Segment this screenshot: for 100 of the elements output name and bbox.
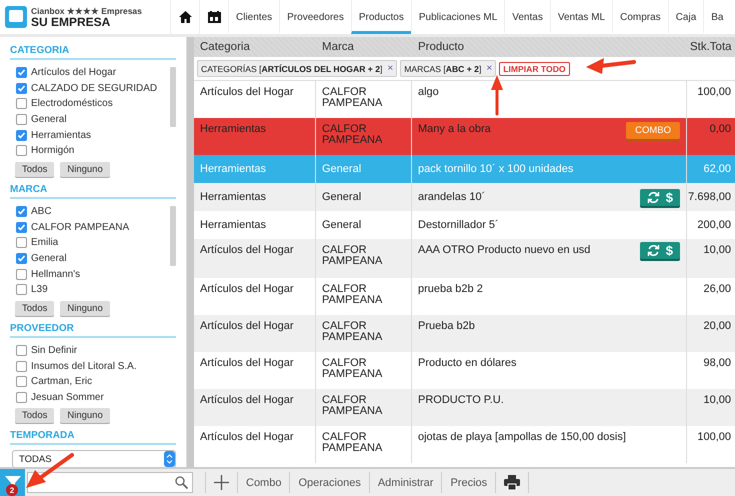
nav-tab[interactable]: Compras bbox=[612, 0, 668, 34]
table-cell: Artículos del Hogar bbox=[200, 245, 294, 256]
toolbar-button[interactable]: Administrar bbox=[368, 472, 442, 493]
checkbox[interactable] bbox=[16, 206, 27, 218]
filter-button[interactable]: Ninguno bbox=[60, 408, 110, 424]
annotation-arrow bbox=[586, 58, 636, 74]
print-icon[interactable] bbox=[495, 472, 530, 493]
checkbox[interactable] bbox=[16, 237, 27, 248]
table-cell: Artículos del Hogar bbox=[200, 87, 294, 98]
checkbox[interactable] bbox=[16, 67, 27, 78]
nav-tab[interactable]: Ventas ML bbox=[550, 0, 612, 34]
remove-filter-button[interactable]: × bbox=[486, 63, 492, 74]
table-cell: arandelas 10´ bbox=[418, 192, 486, 202]
checkbox-label: Hellmann's bbox=[31, 268, 80, 280]
table-cell: General bbox=[322, 220, 362, 230]
checkbox-label: Electrodomésticos bbox=[31, 98, 113, 110]
checkbox[interactable] bbox=[16, 82, 27, 94]
column-header[interactable]: Producto bbox=[412, 41, 687, 53]
table-cell: Artículos del Hogar bbox=[200, 284, 294, 295]
scrollbar[interactable] bbox=[170, 67, 176, 127]
filter-button[interactable]: Todos bbox=[15, 162, 54, 177]
nav-tab[interactable]: Ba bbox=[703, 0, 730, 34]
clear-filters-button[interactable]: LIMPIAR TODO bbox=[499, 62, 570, 76]
table-cell: 100,00 bbox=[697, 87, 731, 98]
filter-button[interactable]: Todos bbox=[15, 408, 54, 424]
table-cell: Herramientas bbox=[200, 124, 266, 135]
table-row[interactable]: Herramientas CALFOR PAMPEANA Many a la obra COMBO 0,00 bbox=[194, 118, 735, 155]
checkbox[interactable] bbox=[16, 345, 27, 356]
dropdown-arrow-icon bbox=[164, 451, 175, 467]
toolbar-button[interactable]: Combo bbox=[237, 472, 290, 493]
checkbox-label: Cartman, Eric bbox=[31, 376, 92, 388]
column-header[interactable]: Stk.Tota bbox=[687, 41, 735, 53]
table-cell: Artículos del Hogar bbox=[200, 395, 294, 406]
filter-button[interactable]: Ninguno bbox=[60, 162, 110, 177]
table-cell: 98,00 bbox=[703, 358, 731, 369]
checkbox[interactable] bbox=[16, 376, 27, 388]
scrollbar[interactable] bbox=[186, 37, 194, 467]
checkbox-label: Jesuan Sommer bbox=[31, 392, 104, 404]
nav-tab[interactable]: Publicaciones ML bbox=[410, 0, 504, 34]
filter-button[interactable]: Todos bbox=[15, 301, 54, 316]
section-title: CATEGORIA bbox=[10, 42, 176, 60]
scrollbar[interactable] bbox=[170, 206, 176, 266]
nav-tab[interactable]: Productos bbox=[350, 0, 411, 34]
filter-button[interactable]: Ninguno bbox=[60, 301, 110, 316]
table-cell-text: CALFOR PAMPEANA bbox=[322, 432, 384, 454]
remove-filter-button[interactable]: × bbox=[387, 63, 394, 74]
toolbar-button[interactable]: Precios bbox=[441, 472, 496, 493]
checkbox[interactable] bbox=[16, 253, 27, 264]
logo-icon bbox=[5, 6, 27, 28]
checkbox-label: Emilia bbox=[31, 237, 58, 248]
checkbox-label: L39 bbox=[31, 284, 48, 296]
table-cell: 10,00 bbox=[703, 245, 731, 256]
checkbox[interactable] bbox=[16, 130, 27, 141]
table-cell: Many a la obra bbox=[418, 124, 491, 135]
table-cell: ojotas de playa [ampollas de 150,00 dosis] bbox=[418, 432, 626, 443]
checkbox[interactable] bbox=[16, 392, 27, 404]
checkbox[interactable] bbox=[16, 145, 27, 156]
checkbox-label: Sin Definir bbox=[31, 345, 78, 356]
table-row[interactable]: Artículos del Hogar CALFOR PAMPEANA AAA OTRO Producto nuevo en usd $ 10,00 bbox=[194, 239, 735, 278]
table-cell: General bbox=[322, 192, 362, 202]
nav-tab[interactable]: Ventas bbox=[504, 0, 550, 34]
column-header[interactable]: Marca bbox=[316, 41, 412, 53]
nav-tab[interactable]: Proveedores bbox=[279, 0, 351, 34]
toolbar-button[interactable]: Operaciones bbox=[289, 472, 369, 493]
table-cell-text: CALFOR PAMPEANA bbox=[322, 321, 384, 343]
checkbox-label: Insumos del Litoral S.A. bbox=[31, 360, 137, 372]
annotation-arrow bbox=[491, 75, 503, 116]
nav-tab[interactable]: Clientes bbox=[228, 0, 280, 34]
table-cell: Herramientas bbox=[200, 220, 266, 230]
table-cell: Artículos del Hogar bbox=[200, 358, 294, 369]
table-row[interactable]: Herramientas General arandelas 10´ $ 7.698,00 bbox=[194, 183, 735, 211]
table-cell: Producto en dólares bbox=[418, 358, 516, 369]
column-header[interactable]: Categoria bbox=[194, 41, 316, 53]
checkbox[interactable] bbox=[16, 98, 27, 110]
table-row[interactable]: Artículos del Hogar CALFOR PAMPEANA Prueba b2b 20,00 bbox=[194, 315, 735, 352]
search-field[interactable] bbox=[27, 472, 193, 493]
dropdown[interactable]: TODAS bbox=[12, 450, 176, 467]
checkbox[interactable] bbox=[16, 360, 27, 372]
checkbox[interactable] bbox=[16, 114, 27, 126]
table-row[interactable]: Artículos del Hogar CALFOR PAMPEANA PRODUCTO P.U. 10,00 bbox=[194, 389, 735, 426]
table-cell: prueba b2b 2 bbox=[418, 284, 483, 295]
table-cell: Artículos del Hogar bbox=[200, 321, 294, 332]
price-update-button[interactable]: $ bbox=[640, 242, 680, 259]
checkbox-label: ABC bbox=[31, 206, 52, 218]
table-cell: 62,00 bbox=[703, 164, 731, 174]
checkbox[interactable] bbox=[16, 222, 27, 233]
table-cell-text: CALFOR PAMPEANA bbox=[322, 358, 384, 380]
table-cell: AAA OTRO Producto nuevo en usd bbox=[418, 245, 590, 256]
checkbox[interactable] bbox=[16, 284, 27, 296]
nav-tab[interactable]: Caja bbox=[668, 0, 704, 34]
filter-chip[interactable]: CATEGORÍAS [ARTÍCULOS DEL HOGAR + 2] × bbox=[197, 60, 398, 77]
table-cell: 26,00 bbox=[703, 284, 731, 295]
search-icon bbox=[175, 476, 188, 489]
table-cell: General bbox=[322, 164, 362, 174]
price-update-button[interactable]: $ bbox=[640, 188, 680, 206]
table-cell: Herramientas bbox=[200, 164, 266, 174]
checkbox[interactable] bbox=[16, 268, 27, 280]
filter-chip[interactable]: MARCAS [ABC + 2] × bbox=[400, 60, 496, 77]
table-cell: pack tornillo 10´ x 100 unidades bbox=[418, 164, 574, 174]
table-cell: 7.698,00 bbox=[688, 192, 731, 202]
